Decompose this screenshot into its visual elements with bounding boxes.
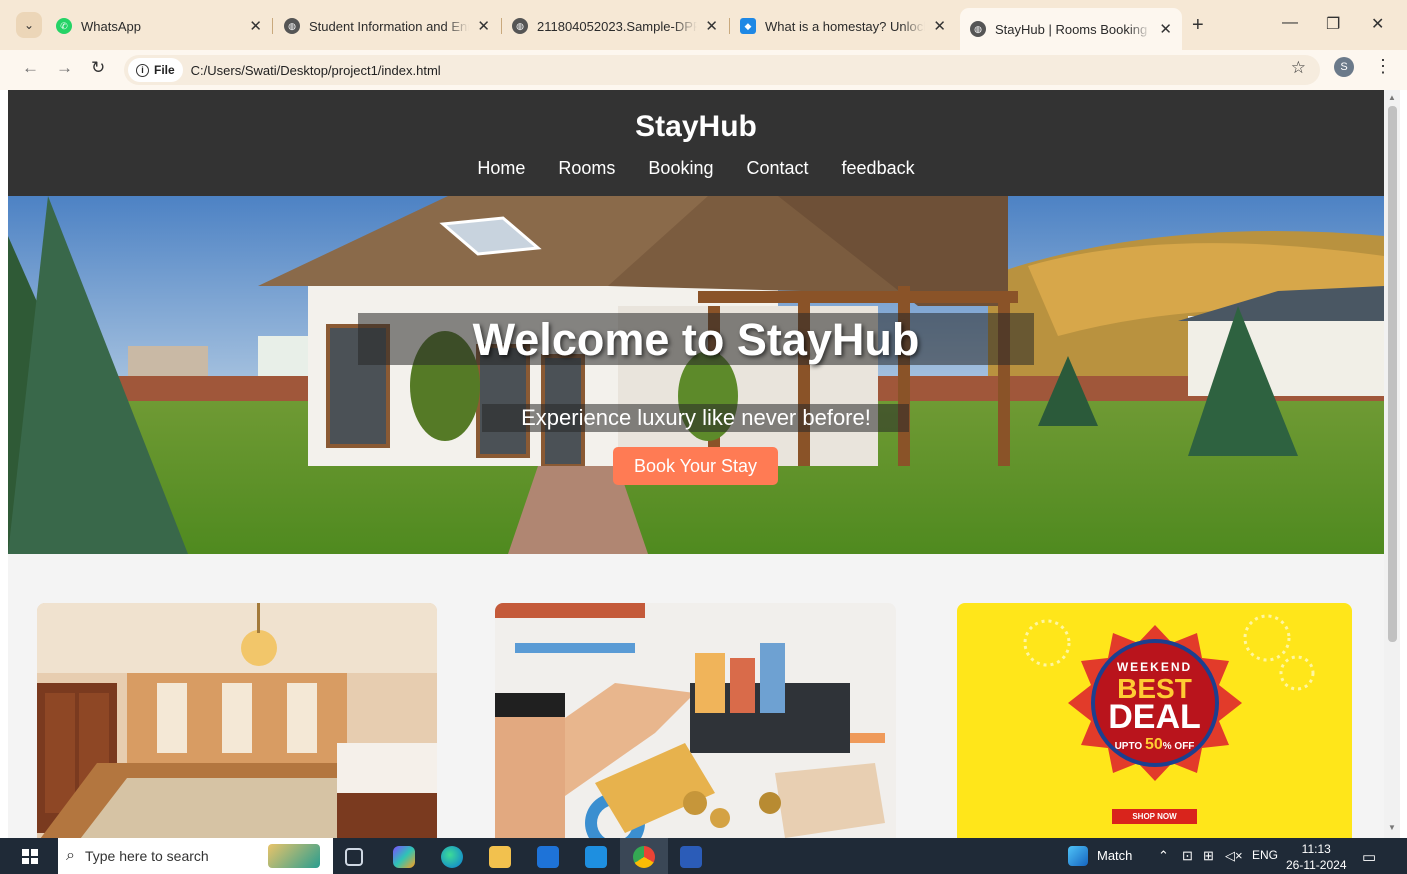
hero-section: Welcome to StayHub Experience luxury lik… (8, 196, 1384, 554)
url-text[interactable]: C:/Users/Swati/Desktop/project1/index.ht… (191, 63, 441, 78)
profile-avatar[interactable]: S (1334, 57, 1354, 77)
browser-tab-sample-dpr[interactable]: ◍ 211804052023.Sample-DPR_Re ✕ (502, 8, 728, 44)
browser-tab-student-info[interactable]: ◍ Student Information and Enrollment ✕ (274, 8, 500, 44)
page-viewport: StayHub Home Rooms Booking Contact feedb… (8, 90, 1384, 838)
task-view-icon[interactable] (345, 848, 363, 866)
shop-now-button[interactable]: SHOP NOW (1112, 809, 1197, 824)
new-tab-icon[interactable]: + (1192, 14, 1204, 37)
hero-house-image (8, 196, 1384, 554)
windows-start-icon[interactable] (22, 849, 38, 864)
close-icon[interactable]: ✕ (705, 17, 718, 35)
close-icon[interactable]: ✕ (477, 17, 490, 35)
tab-separator (272, 18, 273, 34)
chevron-down-icon: ⌄ (23, 18, 35, 32)
nav-link-rooms[interactable]: Rooms (558, 158, 615, 179)
back-arrow-icon[interactable]: ← (22, 58, 39, 78)
page-scrollbar[interactable]: ▲ ▼ (1384, 90, 1400, 838)
close-window-icon[interactable]: ✕ (1371, 14, 1384, 34)
meet-now-icon[interactable]: ⊡ (1182, 848, 1193, 864)
weather-widget-icon[interactable] (1068, 846, 1088, 866)
close-icon[interactable]: ✕ (933, 17, 946, 35)
forward-arrow-icon[interactable]: → (56, 58, 73, 78)
site-brand: StayHub (635, 110, 757, 143)
address-bar[interactable]: i File C:/Users/Swati/Desktop/project1/i… (124, 55, 1320, 85)
deal-upto: UPTO 50% OFF (1114, 736, 1195, 753)
nav-link-home[interactable]: Home (477, 158, 525, 179)
weather-widget-label[interactable]: Match (1097, 848, 1132, 863)
chrome-icon[interactable] (633, 846, 655, 868)
globe-icon: ◍ (512, 18, 528, 34)
browser-tab-stayhub[interactable]: ◍ StayHub | Rooms Booking ✕ (960, 8, 1182, 50)
close-icon[interactable]: ✕ (1159, 20, 1172, 38)
globe-icon: ◍ (970, 21, 986, 37)
restore-icon[interactable]: ❐ (1326, 14, 1340, 34)
card-money[interactable] (495, 603, 896, 838)
browser-tab-whatsapp[interactable]: ✆ WhatsApp ✕ (46, 8, 272, 44)
feature-cards: WEEKEND BEST DEAL UPTO 50% OFF SHOP NOW (8, 554, 1384, 838)
whatsapp-icon: ✆ (56, 18, 72, 34)
weekend-deal-card[interactable]: WEEKEND BEST DEAL UPTO 50% OFF SHOP NOW (957, 603, 1352, 838)
search-highlight-icon (268, 844, 320, 868)
language-indicator[interactable]: ENG (1252, 848, 1278, 862)
address-toolbar: ← → ↻ i File C:/Users/Swati/Desktop/proj… (0, 50, 1407, 90)
tab-search-button[interactable]: ⌄ (16, 12, 42, 38)
room-card-bedroom[interactable] (37, 603, 437, 838)
nav-link-booking[interactable]: Booking (648, 158, 713, 179)
book-your-stay-button[interactable]: Book Your Stay (613, 447, 778, 485)
close-icon[interactable]: ✕ (249, 17, 262, 35)
volume-icon[interactable]: ◁× (1225, 848, 1243, 864)
bedroom-photo (37, 603, 437, 838)
browser-tab-homestay[interactable]: ◆ What is a homestay? Unlocking ✕ (730, 8, 956, 44)
site-info-chip[interactable]: i File (128, 58, 183, 82)
notification-icon[interactable]: ▭ (1362, 848, 1376, 866)
scroll-up-icon[interactable]: ▲ (1388, 93, 1396, 102)
edge-icon[interactable] (441, 846, 463, 868)
network-icon[interactable]: ⊞ (1203, 848, 1214, 864)
scrollbar-thumb[interactable] (1388, 106, 1397, 642)
store-icon[interactable] (537, 846, 559, 868)
minimize-icon[interactable]: — (1282, 14, 1298, 32)
bookmark-star-icon[interactable]: ☆ (1291, 58, 1306, 78)
site-header: StayHub Home Rooms Booking Contact feedb… (8, 90, 1384, 196)
deal-weekend-text: WEEKEND (1116, 660, 1193, 674)
nav-link-feedback[interactable]: feedback (842, 158, 915, 179)
nav-link-contact[interactable]: Contact (746, 158, 808, 179)
search-icon: ⌕ (66, 847, 75, 864)
copilot-icon[interactable] (393, 846, 415, 868)
scroll-down-icon[interactable]: ▼ (1388, 823, 1396, 832)
site-nav: Home Rooms Booking Contact feedback (8, 158, 1384, 179)
browser-tab-bar: ⌄ ✆ WhatsApp ✕ ◍ Student Information and… (0, 0, 1407, 50)
site-icon: ◆ (740, 18, 756, 34)
menu-kebab-icon[interactable]: ⋮ (1374, 56, 1392, 77)
globe-icon: ◍ (284, 18, 300, 34)
word-icon[interactable] (680, 846, 702, 868)
info-icon: i (136, 63, 149, 77)
hero-subtitle: Experience luxury like never before! (521, 405, 871, 430)
reload-icon[interactable]: ↻ (91, 58, 105, 78)
file-explorer-icon[interactable] (489, 846, 511, 868)
taskbar-clock[interactable]: 11:13 26-11-2024 (1286, 841, 1347, 873)
deal-deal-text: DEAL (1108, 698, 1201, 736)
mail-icon[interactable] (585, 846, 607, 868)
hero-title: Welcome to StayHub (472, 314, 920, 365)
taskbar-search-box[interactable]: ⌕ Type here to search (58, 838, 333, 874)
tray-chevron-icon[interactable]: ⌃ (1158, 848, 1169, 864)
money-photo (495, 603, 896, 838)
windows-taskbar: ⌕ Type here to search Match ⌃ ⊡ ⊞ ◁× ENG… (0, 838, 1407, 874)
